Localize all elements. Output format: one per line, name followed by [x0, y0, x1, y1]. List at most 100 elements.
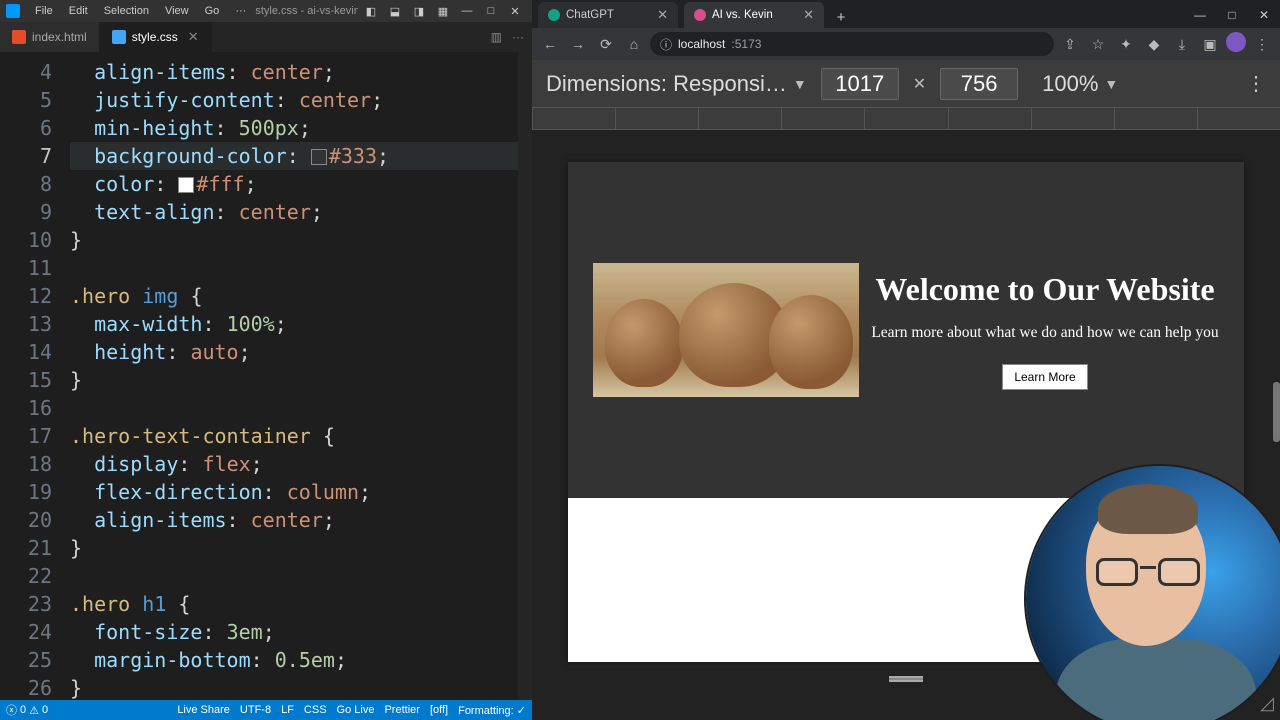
chevron-down-icon[interactable]: ▼: [1104, 76, 1118, 92]
extension-icon[interactable]: ◆: [1142, 32, 1166, 56]
tab-title: ChatGPT: [566, 9, 614, 21]
code-line[interactable]: margin-bottom: 0.5em;: [70, 646, 518, 674]
chrome-close-icon[interactable]: ✕: [1248, 2, 1280, 28]
status-item[interactable]: LF: [281, 704, 294, 717]
menu-go[interactable]: Go: [198, 3, 227, 19]
width-input[interactable]: [821, 68, 899, 100]
close-icon[interactable]: ✕: [504, 2, 526, 20]
panel-bottom-icon[interactable]: ⬓: [384, 2, 406, 20]
extensions-icon[interactable]: ✦: [1114, 32, 1138, 56]
window-title: style.css - ai-vs-kevin - Visu…: [255, 5, 358, 17]
menu-view[interactable]: View: [158, 3, 196, 19]
page-scrollbar[interactable]: [1273, 382, 1280, 442]
chrome-window: ChatGPT✕AI vs. Kevin✕ + ― □ ✕ ← → ⟳ ⌂ ⓘ …: [532, 0, 1280, 720]
menu-selection[interactable]: Selection: [97, 3, 156, 19]
chrome-maximize-icon[interactable]: □: [1216, 2, 1248, 28]
tab-close-icon[interactable]: ✕: [803, 7, 814, 23]
split-editor-icon[interactable]: ▥: [491, 30, 502, 44]
code-line[interactable]: align-items: center;: [70, 58, 518, 86]
line-gutter: 4567891011121314151617181920212223242526: [0, 52, 70, 700]
downloads-icon[interactable]: ⤓: [1170, 32, 1194, 56]
editor-tab[interactable]: style.css✕: [100, 22, 212, 52]
code-line[interactable]: align-items: center;: [70, 506, 518, 534]
hero-text: Welcome to Our Website Learn more about …: [871, 271, 1218, 390]
browser-tab[interactable]: AI vs. Kevin✕: [684, 2, 824, 28]
code-line[interactable]: height: auto;: [70, 338, 518, 366]
line-number: 18: [0, 450, 52, 478]
menu-file[interactable]: File: [28, 3, 60, 19]
panel-left-icon[interactable]: ◧: [360, 2, 382, 20]
code-line[interactable]: .hero h1 {: [70, 590, 518, 618]
share-icon[interactable]: ⇪: [1058, 32, 1082, 56]
code-line[interactable]: color: #fff;: [70, 170, 518, 198]
zoom-level[interactable]: 100%: [1042, 71, 1098, 97]
minimize-icon[interactable]: ―: [456, 2, 478, 20]
code-line[interactable]: display: flex;: [70, 450, 518, 478]
code-line[interactable]: }: [70, 534, 518, 562]
code-line[interactable]: font-size: 3em;: [70, 618, 518, 646]
profile-avatar[interactable]: [1226, 32, 1246, 52]
tab-close-icon[interactable]: ✕: [657, 7, 668, 23]
code-line[interactable]: justify-content: center;: [70, 86, 518, 114]
favicon-icon: [548, 9, 560, 21]
forward-button[interactable]: →: [566, 32, 590, 56]
status-item[interactable]: Live Share: [177, 704, 230, 717]
code-line[interactable]: background-color: #333;: [70, 142, 518, 170]
chrome-minimize-icon[interactable]: ―: [1184, 2, 1216, 28]
reload-button[interactable]: ⟳: [594, 32, 618, 56]
learn-more-button[interactable]: Learn More: [1002, 364, 1087, 390]
status-item[interactable]: [off]: [430, 704, 448, 717]
code-body[interactable]: align-items: center; justify-content: ce…: [70, 52, 518, 700]
tab-close-icon[interactable]: ✕: [188, 29, 199, 45]
code-line[interactable]: .hero img {: [70, 282, 518, 310]
line-number: 5: [0, 86, 52, 114]
more-actions-icon[interactable]: ···: [512, 30, 524, 44]
code-line[interactable]: [70, 394, 518, 422]
code-line[interactable]: }: [70, 674, 518, 700]
layout-icon[interactable]: ▦: [432, 2, 454, 20]
chevron-down-icon[interactable]: ▼: [793, 76, 807, 92]
dimensions-label[interactable]: Dimensions: Responsi…: [546, 71, 787, 97]
code-line[interactable]: max-width: 100%;: [70, 310, 518, 338]
favicon-icon: [694, 9, 706, 21]
devtools-menu-icon[interactable]: ⋮: [1246, 71, 1266, 96]
browser-tab[interactable]: ChatGPT ✕: [538, 2, 678, 28]
resize-handle-icon[interactable]: [889, 676, 923, 682]
code-line[interactable]: [70, 562, 518, 590]
url-input[interactable]: ⓘ localhost:5173: [650, 32, 1054, 56]
code-line[interactable]: [70, 254, 518, 282]
status-item[interactable]: Go Live: [337, 704, 375, 717]
menu-edit[interactable]: Edit: [62, 3, 95, 19]
code-line[interactable]: }: [70, 366, 518, 394]
status-item[interactable]: Prettier: [384, 704, 419, 717]
sidepanel-icon[interactable]: ▣: [1198, 32, 1222, 56]
home-button[interactable]: ⌂: [622, 32, 646, 56]
line-number: 8: [0, 170, 52, 198]
panel-right-icon[interactable]: ◨: [408, 2, 430, 20]
status-item[interactable]: CSS: [304, 704, 327, 717]
menu-···[interactable]: ···: [228, 3, 253, 19]
code-line[interactable]: min-height: 500px;: [70, 114, 518, 142]
new-tab-button[interactable]: +: [830, 6, 852, 28]
tab-label: index.html: [32, 30, 87, 44]
status-item[interactable]: Formatting: ✓: [458, 704, 526, 717]
status-errors[interactable]: ⓧ 0 ⚠ 0: [6, 702, 48, 718]
maximize-icon[interactable]: □: [480, 2, 502, 20]
back-button[interactable]: ←: [538, 32, 562, 56]
height-input[interactable]: [940, 68, 1018, 100]
hero-section: Welcome to Our Website Learn more about …: [568, 162, 1244, 498]
site-info-icon[interactable]: ⓘ: [660, 36, 672, 53]
code-line[interactable]: text-align: center;: [70, 198, 518, 226]
code-editor[interactable]: 4567891011121314151617181920212223242526…: [0, 52, 532, 700]
line-number: 24: [0, 618, 52, 646]
code-line[interactable]: .hero-text-container {: [70, 422, 518, 450]
editor-tab[interactable]: index.html: [0, 22, 100, 52]
minimap[interactable]: [518, 52, 532, 700]
code-line[interactable]: flex-direction: column;: [70, 478, 518, 506]
chrome-menu-icon[interactable]: ⋮: [1250, 32, 1274, 56]
status-item[interactable]: UTF-8: [240, 704, 271, 717]
editor-tabbar: index.html style.css✕ ▥ ···: [0, 22, 532, 52]
code-line[interactable]: }: [70, 226, 518, 254]
bookmark-icon[interactable]: ☆: [1086, 32, 1110, 56]
devtools-resize-icon[interactable]: ◿: [1260, 693, 1274, 714]
